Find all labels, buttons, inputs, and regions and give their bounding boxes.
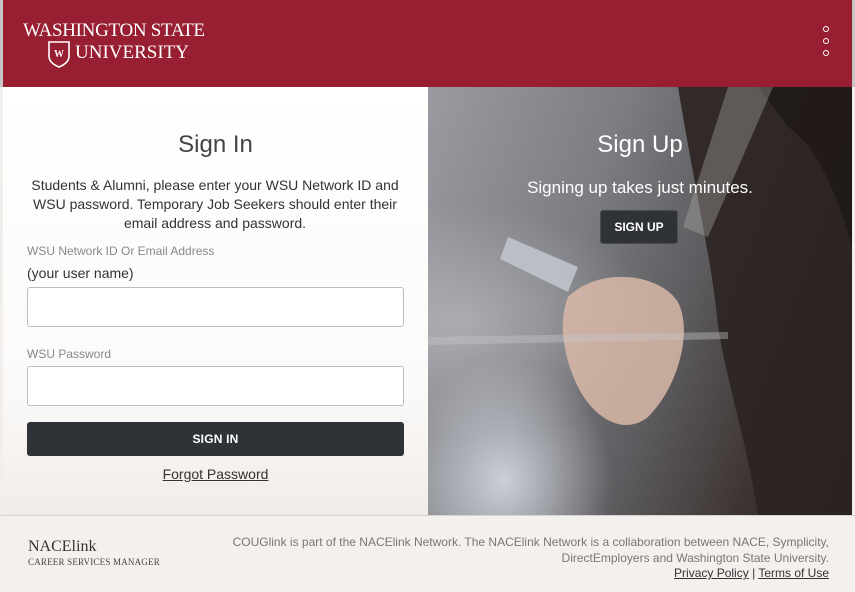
menu-dot: [823, 50, 829, 56]
nacelink-logo-subtitle: CAREER SERVICES MANAGER: [28, 557, 160, 567]
menu-dot: [823, 26, 829, 32]
forgot-password-link[interactable]: Forgot Password: [3, 466, 428, 482]
nacelink-logo-text: NACElink: [28, 538, 97, 555]
sign-up-title: Sign Up: [597, 131, 683, 158]
sign-up-subtitle: Signing up takes just minutes.: [527, 178, 753, 197]
terms-of-use-link[interactable]: Terms of Use: [758, 566, 829, 580]
menu-dot: [823, 38, 829, 44]
cougar-seal-icon: W: [48, 41, 70, 68]
sign-up-panel: Sign Up Signing up takes just minutes. S…: [428, 87, 852, 515]
svg-text:W: W: [54, 49, 64, 60]
sign-in-description: Students & Alumni, please enter your WSU…: [31, 177, 399, 231]
logo-text-line2: UNIVERSITY: [75, 42, 189, 63]
password-label: WSU Password: [27, 347, 112, 361]
logo-text-line1: WASHINGTON STATE: [23, 20, 205, 41]
top-header: WASHINGTON STATE W UNIVERSITY: [0, 0, 855, 87]
sign-up-button[interactable]: SIGN UP: [600, 210, 678, 244]
page-footer: NACElink CAREER SERVICES MANAGER COUGlin…: [0, 515, 855, 592]
kebab-menu-icon[interactable]: [820, 26, 832, 56]
wsu-logo[interactable]: WASHINGTON STATE W UNIVERSITY: [23, 20, 205, 72]
username-hint: (your user name): [27, 265, 134, 281]
password-input[interactable]: [27, 366, 404, 406]
nacelink-logo: NACElink CAREER SERVICES MANAGER: [28, 538, 163, 570]
sign-in-panel: Sign In Students & Alumni, please enter …: [3, 87, 428, 515]
sign-in-title: Sign In: [178, 131, 253, 158]
footer-description: COUGlink is part of the NACElink Network…: [232, 535, 829, 565]
sign-in-button[interactable]: SIGN IN: [27, 422, 404, 456]
username-input[interactable]: [27, 287, 404, 327]
footer-links: Privacy Policy | Terms of Use: [674, 566, 829, 580]
privacy-policy-link[interactable]: Privacy Policy: [674, 566, 749, 580]
username-label: WSU Network ID Or Email Address: [27, 244, 215, 258]
footer-link-separator: |: [752, 566, 756, 580]
